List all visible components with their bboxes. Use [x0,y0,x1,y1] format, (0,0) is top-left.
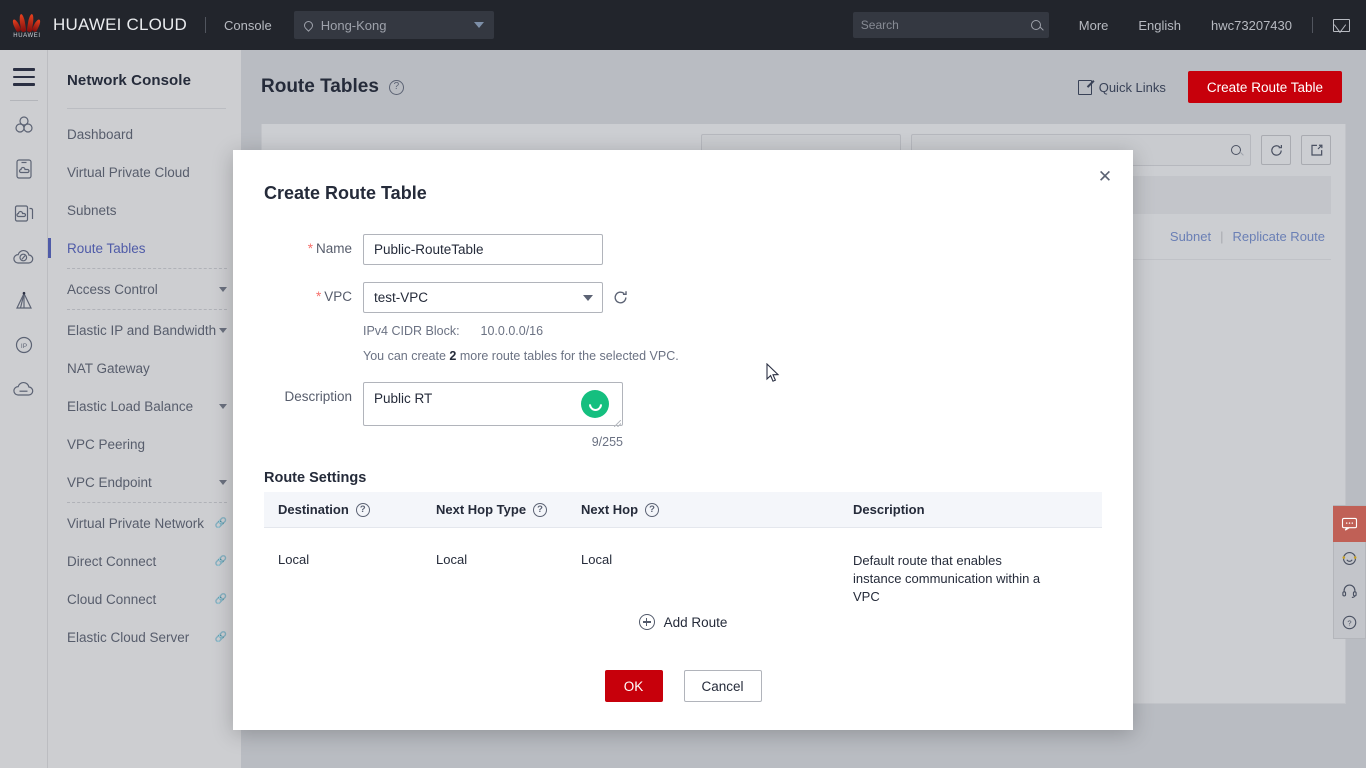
form-row-name: * Name [264,234,1104,265]
question-mark-icon[interactable]: ? [533,502,548,517]
close-icon[interactable]: ✕ [1096,167,1114,185]
cidr-label: IPv4 CIDR Block: [363,324,460,338]
add-route-button[interactable]: Add Route [264,614,1102,630]
name-input[interactable] [363,234,603,265]
required-asterisk: * [315,289,322,304]
required-asterisk: * [307,241,313,256]
cell-next-hop-type: Local [436,552,468,567]
add-route-label: Add Route [663,614,728,630]
vpc-cidr-hint: IPv4 CIDR Block: 10.0.0.0/16 [363,324,1104,338]
create-route-table-form: *Name *VPC test-VPC [264,234,1104,449]
plus-circle-icon [638,614,655,630]
vpc-label: * VPC [315,289,352,304]
quota-count: 2 [449,349,457,363]
create-route-table-dialog: ✕ Create Route Table *Name *VPC [233,150,1133,730]
route-settings-table: Destination ? Next Hop Type ? Next Hop ?… [264,492,1102,630]
description-char-counter: 9/255 [591,435,623,449]
description-textarea-wrap [363,382,623,431]
cell-destination: Local [278,552,310,567]
ok-button[interactable]: OK [604,670,663,702]
cell-next-hop: Local [581,552,613,567]
column-header-destination: Destination ? [264,502,436,517]
dialog-title: Create Route Table [264,183,427,203]
app-root: HUAWEI HUAWEI CLOUD Console Hong-Kong Se… [0,0,1366,768]
cancel-button[interactable]: Cancel [683,670,762,702]
table-row: Local Local Local Default route that ena… [264,528,1102,626]
name-label: * Name [307,241,352,256]
route-table-header: Destination ? Next Hop Type ? Next Hop ?… [264,492,1102,528]
refresh-icon[interactable] [612,289,629,306]
question-mark-icon[interactable]: ? [355,502,370,517]
dialog-actions: OK Cancel [233,670,1133,702]
cidr-value: 10.0.0.0/16 [480,324,544,338]
route-settings-title: Route Settings [264,470,367,486]
form-row-vpc: * VPC test-VPC IPv4 CIDR Block: 10.0.0.0… [264,282,1104,363]
vpc-selected-value: test-VPC [374,290,429,305]
ime-indicator-icon [581,390,609,418]
name-control [363,234,1104,265]
question-mark-icon[interactable]: ? [645,502,660,517]
column-header-next-hop-type: Next Hop Type ? [436,502,581,517]
cell-description: Default route that enables instance comm… [853,553,1041,604]
column-header-next-hop: Next Hop ? [581,502,853,517]
vpc-quota-hint: You can create 2 more route tables for t… [363,349,1104,363]
column-header-description: Description [853,502,925,517]
quota-prefix: You can create [363,349,446,363]
vpc-select-group: test-VPC [363,282,1104,313]
vpc-select[interactable]: test-VPC [363,282,603,313]
quota-suffix: more route tables for the selected VPC. [459,349,679,363]
description-control: 9/255 [363,382,1104,449]
form-row-description: Description 9/255 [264,382,1104,449]
description-label: Description [284,389,352,404]
vpc-control: test-VPC IPv4 CIDR Block: 10.0.0.0/16 Yo… [363,282,1104,363]
chevron-down-icon [583,294,593,301]
